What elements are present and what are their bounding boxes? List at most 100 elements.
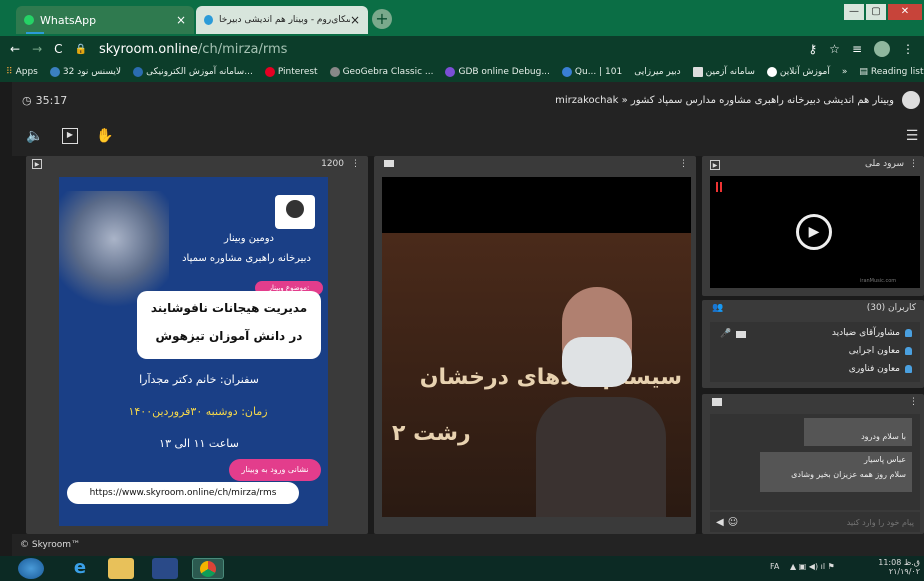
maximize-button[interactable]: ▢ [866, 4, 886, 20]
close-window-button[interactable]: ✕ [888, 4, 922, 20]
chat-messages: با سلام ودرود عباس پاسیار سلام روز همه ع… [710, 414, 920, 510]
app-toolbar: 🔈 ▶ ✋ ☰ [12, 118, 924, 156]
media-player-icon[interactable] [152, 558, 178, 579]
speaker-icon[interactable]: 🔈 [26, 128, 43, 144]
more-options-icon[interactable]: ⋮ [351, 159, 360, 169]
watermark-text: iranMusic.com [860, 278, 897, 284]
active-tab-indicator [26, 32, 44, 34]
tab-label: اسکای‌روم - وبینار هم اندیشی دبیرخا... [219, 15, 350, 25]
doc-icon [692, 67, 703, 77]
bookmark-item[interactable]: لایسنس نود 32 [44, 67, 127, 77]
topic-line2: در دانش آموزان تیزهوش [155, 329, 303, 343]
chrome-taskbar-icon[interactable] [192, 558, 224, 579]
geogebra-icon [329, 67, 340, 77]
media-title: سرود ملی [864, 159, 904, 169]
topic-box: مدیریت هیجانات نافوشایند در دانش آموزان … [137, 291, 321, 359]
chat-icon [712, 398, 722, 406]
explorer-icon[interactable] [108, 558, 134, 579]
video-panel-header: ⋮ [374, 156, 696, 174]
speaker-text: سفنران: خانم دکتر مجدآرا [139, 373, 259, 386]
user-icon [905, 329, 912, 337]
profile-avatar[interactable] [874, 41, 890, 57]
chat-message: با سلام ودرود [804, 418, 912, 446]
camera-icon [384, 160, 394, 167]
gdb-icon [445, 67, 456, 77]
clock-icon: ◷ [22, 93, 32, 107]
bookmark-item[interactable]: آموزش آنلاین [761, 67, 836, 77]
tab-skyroom[interactable]: اسکای‌روم - وبینار هم اندیشی دبیرخا... × [196, 6, 368, 34]
webinar-link[interactable]: https://www.skyroom.online/ch/mirza/rms [67, 482, 299, 504]
language-indicator[interactable]: FA [770, 562, 779, 571]
bookmark-apps[interactable]: ⠿ Apps [0, 67, 44, 77]
pause-icon[interactable] [716, 182, 722, 192]
star-icon[interactable]: ☆ [829, 42, 840, 56]
chat-panel: ⋮ با سلام ودرود عباس پاسیار سلام روز همه… [702, 394, 924, 534]
chat-message: عباس پاسیار سلام روز همه عزیزان بخیر وشا… [760, 452, 912, 492]
send-icon[interactable]: ◀ [716, 517, 724, 528]
bookmark-item[interactable]: سامانه آزمین [687, 67, 761, 77]
users-panel-header: 👥 کاربران (30) [702, 300, 924, 318]
user-icon [905, 365, 912, 373]
reading-list[interactable]: ▤ Reading list [853, 67, 924, 77]
play-icon[interactable]: ▶ [796, 214, 832, 250]
emoji-icon[interactable]: ☺ [728, 517, 738, 528]
tray-icons[interactable]: ▲ ▣ ◀) ıl ⚑ [790, 562, 835, 571]
more-options-icon[interactable]: ⋮ [909, 159, 918, 169]
url-field[interactable]: skyroom.online/ch/mirza/rms [99, 42, 287, 57]
bookmark-item[interactable]: دبیر میرزایی [628, 67, 686, 77]
ie-icon[interactable]: e [64, 558, 96, 579]
wall-text-2: رشت ۲ [392, 421, 471, 446]
back-icon[interactable]: ← [10, 42, 20, 56]
bookmark-item[interactable]: GeoGebra Classic ... [324, 67, 440, 77]
menu-icon[interactable]: ⋮ [902, 42, 914, 56]
link-label: نشانی ورود به وبینار [229, 459, 321, 481]
clock[interactable]: 11:08 ق.ظ ۲۱/۱۹/۰۲ [874, 558, 920, 576]
camera-icon[interactable] [736, 331, 746, 338]
users-icon: 👥 [712, 303, 724, 313]
lock-icon: 🔒 [74, 43, 87, 55]
close-icon[interactable]: × [350, 13, 360, 27]
play-box-icon[interactable]: ▶ [62, 128, 78, 144]
bookmark-item[interactable]: Pinterest [259, 67, 324, 77]
more-options-icon[interactable]: ⋮ [679, 159, 688, 169]
bookmark-item[interactable]: Qu... | 101 [556, 67, 628, 77]
chat-panel-header: ⋮ [702, 394, 924, 412]
close-icon[interactable]: × [176, 13, 186, 27]
hamburger-menu-icon[interactable]: ☰ [904, 128, 920, 144]
chrome-icon [200, 561, 216, 577]
minimize-button[interactable]: — [844, 4, 864, 20]
hand-icon[interactable]: ✋ [96, 128, 113, 144]
tab-whatsapp[interactable]: WhatsApp × [16, 6, 194, 34]
presentation-icon: ▶ [710, 160, 720, 170]
topic-line1: مدیریت هیجانات نافوشایند [150, 301, 308, 315]
user-row[interactable]: مشاورآقای ضیادید [832, 328, 912, 338]
slide-line1: دومین وبینار [224, 233, 274, 244]
bookmark-item[interactable]: سامانه آموزش الکترونیکی... [127, 67, 259, 77]
app-footer: © Skyroom™ [12, 534, 924, 556]
new-tab-button[interactable]: + [372, 9, 392, 29]
mic-icon[interactable]: 🎤 [720, 329, 731, 339]
bookmark-item[interactable]: GDB online Debug... [439, 67, 555, 77]
start-button[interactable] [18, 558, 44, 579]
user-row[interactable]: معاون اجرایی [849, 346, 912, 356]
user-icon[interactable] [902, 91, 920, 109]
browser-tab-bar: WhatsApp × اسکای‌روم - وبینار هم اندیشی … [0, 0, 924, 36]
key-icon[interactable]: ⚷ [808, 42, 817, 56]
reload-icon[interactable]: C [54, 42, 62, 56]
date-text: زمان: دوشنبه ۳۰فروردین۱۴۰۰ [128, 405, 268, 418]
session-timer: ◷ 35:17 [22, 93, 68, 107]
face-mask [562, 337, 632, 387]
user-row[interactable]: معاون فناوری [849, 364, 912, 374]
quiz-icon [561, 67, 572, 77]
forward-icon[interactable]: → [32, 42, 42, 56]
media-player[interactable]: ▶ iranMusic.com [710, 176, 920, 288]
users-panel: 👥 کاربران (30) مشاورآقای ضیادید 🎤 معاون … [702, 300, 924, 388]
chat-input[interactable] [744, 517, 914, 527]
more-bookmarks[interactable]: » [836, 67, 854, 77]
chat-input-row: ◀ ☺ [710, 512, 920, 532]
playlist-icon[interactable]: ≡ [852, 42, 862, 56]
slide-content: دومین وبینار دبیرخانه راهبری مشاوره سمپا… [59, 177, 328, 526]
users-title: کاربران (30) [866, 303, 916, 313]
more-options-icon[interactable]: ⋮ [909, 397, 918, 407]
users-list: مشاورآقای ضیادید 🎤 معاون اجرایی معاون فن… [710, 322, 920, 382]
